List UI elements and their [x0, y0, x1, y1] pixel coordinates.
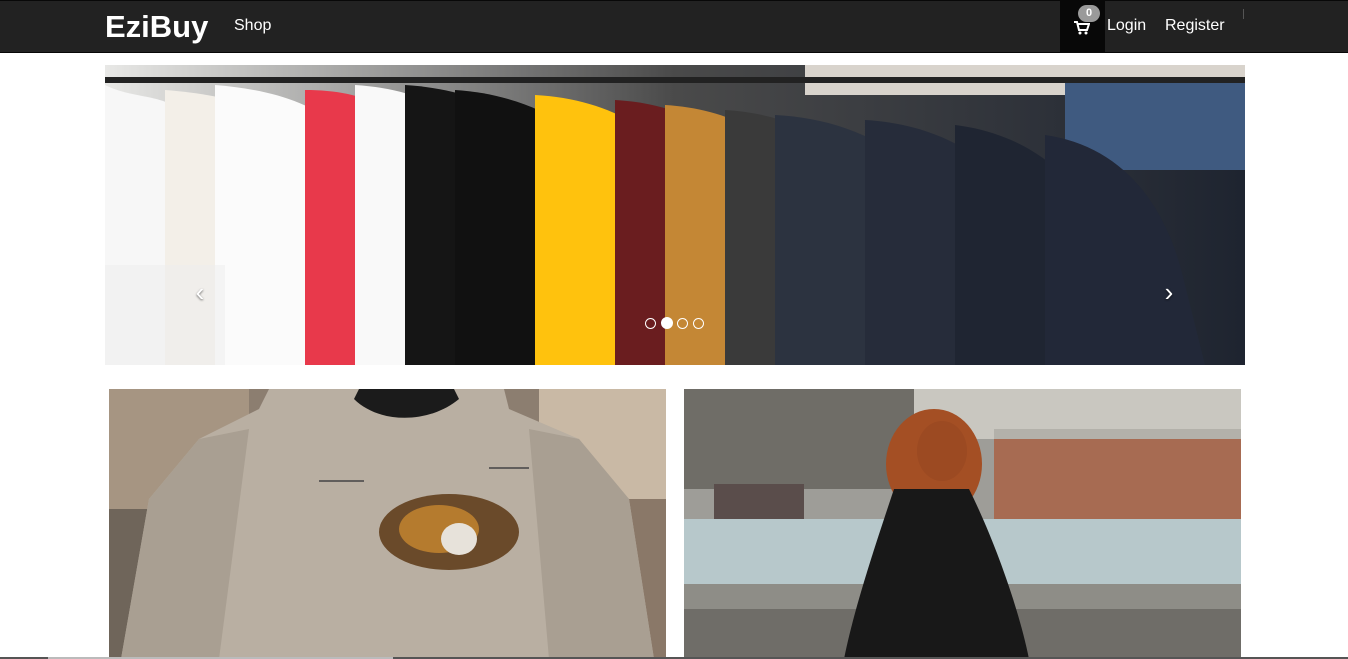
- nav-link-shop[interactable]: Shop: [234, 17, 271, 35]
- nav-link-login[interactable]: Login: [1107, 17, 1146, 35]
- carousel-indicator-2[interactable]: [661, 317, 673, 329]
- brand-logo[interactable]: EziBuy: [105, 9, 208, 45]
- chevron-right-icon: ›: [1164, 277, 1174, 307]
- cart-icon: [1074, 21, 1090, 35]
- cart-count-badge: 0: [1078, 5, 1100, 22]
- carousel-prev-arrow[interactable]: ‹: [190, 278, 210, 306]
- top-navbar: EziBuy Shop 0 Login Register: [0, 0, 1348, 53]
- promo-image-sweatshirt-graphic: [109, 389, 666, 659]
- nav-divider: [1243, 9, 1244, 19]
- hero-carousel[interactable]: ‹ ›: [105, 65, 1245, 365]
- carousel-indicator-4[interactable]: [693, 318, 704, 329]
- carousel-slide-image: [105, 65, 1245, 365]
- nav-link-register[interactable]: Register: [1165, 17, 1225, 35]
- carousel-indicator-1[interactable]: [645, 318, 656, 329]
- promo-image-sweatshirt[interactable]: [109, 389, 666, 659]
- chevron-left-icon: ‹: [195, 277, 205, 307]
- promo-image-coat-graphic: [684, 389, 1241, 659]
- cart-button[interactable]: 0: [1060, 1, 1105, 53]
- carousel-next-arrow[interactable]: ›: [1159, 278, 1179, 306]
- promo-image-coat[interactable]: [684, 389, 1241, 659]
- carousel-indicator-3[interactable]: [677, 318, 688, 329]
